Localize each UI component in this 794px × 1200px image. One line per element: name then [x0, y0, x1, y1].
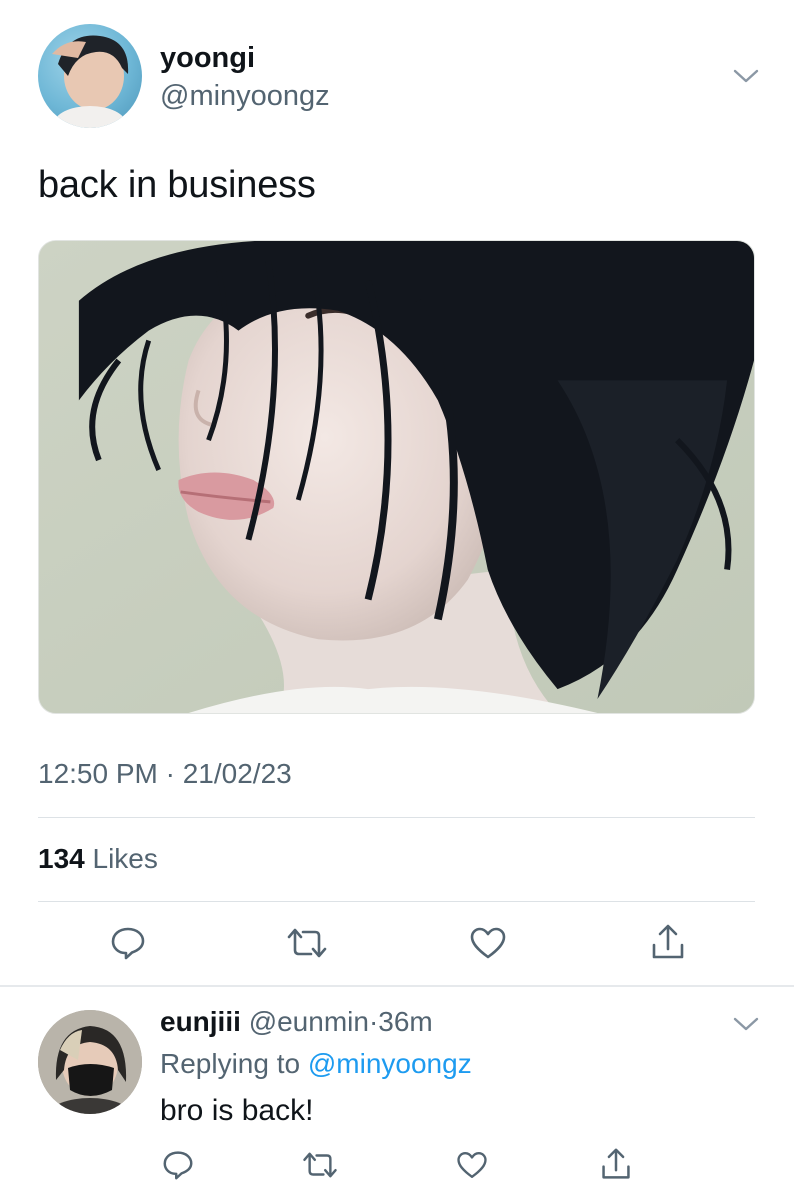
retweet-icon[interactable]: [300, 1148, 340, 1182]
replying-to-prefix: Replying to: [160, 1048, 301, 1079]
share-icon[interactable]: [598, 1146, 634, 1182]
reply-time[interactable]: 36m: [378, 1006, 432, 1037]
share-icon[interactable]: [648, 922, 688, 962]
likes-count[interactable]: 134 Likes: [38, 843, 158, 875]
divider: [0, 985, 794, 987]
reply-author-handle[interactable]: @eunmin: [249, 1006, 369, 1037]
tweet-text: back in business: [38, 164, 316, 206]
replying-to-mention[interactable]: @minyoongz: [308, 1048, 472, 1079]
tweet-timestamp[interactable]: 12:50 PM · 21/02/23: [38, 758, 292, 790]
divider: [38, 901, 755, 902]
author-avatar[interactable]: [38, 24, 142, 128]
meta-separator: ·: [368, 1006, 379, 1037]
reply-text: bro is back!: [160, 1094, 314, 1127]
heart-icon[interactable]: [468, 925, 508, 961]
likes-label: Likes: [92, 843, 158, 874]
comment-icon[interactable]: [108, 925, 148, 961]
author-handle[interactable]: @minyoongz: [160, 80, 330, 113]
reply-author-name[interactable]: eunjiii: [160, 1006, 241, 1037]
heart-icon[interactable]: [454, 1148, 490, 1182]
author-name[interactable]: yoongi: [160, 42, 255, 75]
reply-meta: eunjiii @eunmin·36m: [160, 1006, 433, 1038]
divider: [38, 817, 755, 818]
likes-number: 134: [38, 843, 85, 874]
chevron-down-icon[interactable]: [733, 1016, 759, 1032]
replying-to: Replying to @minyoongz: [160, 1048, 472, 1080]
tweet-photo[interactable]: [38, 240, 755, 714]
reply-author-avatar[interactable]: [38, 1010, 142, 1114]
chevron-down-icon[interactable]: [733, 68, 759, 84]
comment-icon[interactable]: [160, 1148, 196, 1182]
retweet-icon[interactable]: [284, 925, 330, 961]
